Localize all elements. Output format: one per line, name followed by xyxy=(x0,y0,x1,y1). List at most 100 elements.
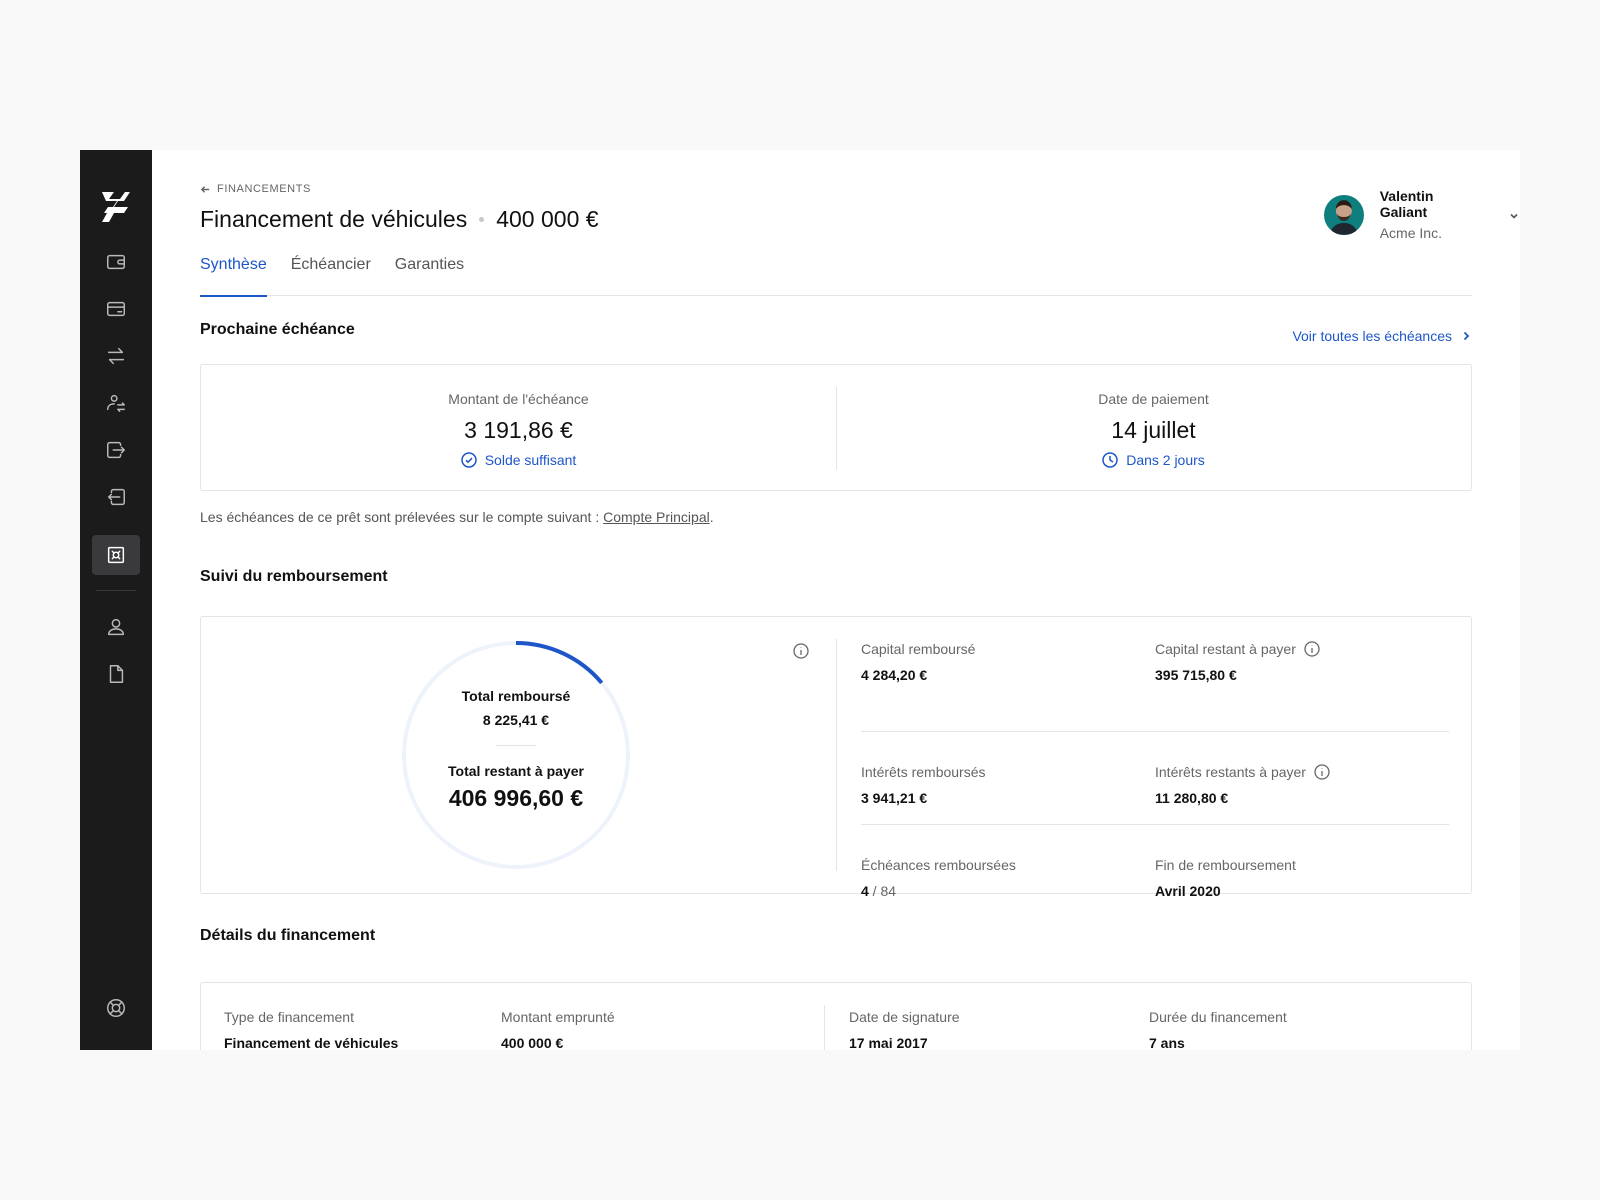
financing-details-card: Type de financement Financement de véhic… xyxy=(200,982,1472,1050)
stat-label: Capital remboursé xyxy=(861,641,976,657)
brand-logo-icon[interactable] xyxy=(100,190,132,224)
stat-value: 11 280,80 € xyxy=(1155,790,1229,806)
debit-account-note: Les échéances de ce prêt sont prélevées … xyxy=(200,509,714,525)
detail-signature-date: Date de signature 17 mai 2017 xyxy=(825,983,1149,1050)
stat-end-of-repayment: Fin de remboursement Avril 2020 xyxy=(1155,825,1449,918)
stat-label: Échéances remboursées xyxy=(861,857,1016,873)
user-icon[interactable] xyxy=(104,615,128,639)
detail-value: Financement de véhicules xyxy=(224,1035,399,1050)
detail-value: 400 000 € xyxy=(501,1035,564,1050)
tab-echeancier[interactable]: Échéancier xyxy=(291,254,371,296)
total-remaining-label: Total restant à payer xyxy=(448,763,584,779)
outgoing-icon[interactable] xyxy=(104,438,128,462)
detail-value: 17 mai 2017 xyxy=(849,1035,928,1050)
clock-icon xyxy=(1102,452,1118,468)
check-circle-icon xyxy=(460,452,477,468)
installments-paid-count: 4 xyxy=(861,883,869,899)
breadcrumb-back-link[interactable]: FINANCEMENTS xyxy=(200,183,311,195)
balance-status: Solde suffisant xyxy=(201,452,836,468)
repayment-stats: Capital remboursé 4 284,20 € Capital res… xyxy=(861,639,1449,918)
stat-label: Intérêts remboursés xyxy=(861,764,986,780)
wallet-icon[interactable] xyxy=(104,250,128,274)
info-icon[interactable] xyxy=(1304,641,1320,657)
stat-label-with-info: Intérêts restants à payer xyxy=(1155,764,1449,780)
stat-capital-repaid: Capital remboursé 4 284,20 € xyxy=(861,639,1155,731)
page-title: Financement de véhicules 400 000 € xyxy=(200,206,599,233)
detail-duration: Durée du financement 7 ans xyxy=(1149,983,1449,1050)
user-menu[interactable]: Valentin Galiant Acme Inc. xyxy=(1324,188,1520,241)
due-amount-block: Montant de l'échéance 3 191,86 € Solde s… xyxy=(201,365,836,490)
donut-separator xyxy=(496,745,536,746)
avatar xyxy=(1324,194,1364,235)
stat-label: Fin de remboursement xyxy=(1155,857,1296,873)
balance-status-text: Solde suffisant xyxy=(484,452,577,468)
chevron-right-icon xyxy=(1463,331,1470,341)
stat-row: Capital remboursé 4 284,20 € Capital res… xyxy=(861,639,1449,732)
info-icon[interactable] xyxy=(793,643,809,659)
view-all-due-link[interactable]: Voir toutes les échéances xyxy=(1292,328,1472,344)
repayment-card: Total remboursé 8 225,41 € Total restant… xyxy=(200,616,1472,899)
due-date-label: Date de paiement xyxy=(1098,391,1209,407)
stat-interest-remaining: Intérêts restants à payer 11 280,80 € xyxy=(1155,732,1449,824)
total-repaid-value: 8 225,41 € xyxy=(482,712,550,728)
card-icon[interactable] xyxy=(104,297,128,321)
user-name: Valentin Galiant xyxy=(1379,188,1434,220)
detail-label: Date de signature xyxy=(849,1009,960,1025)
account-link[interactable]: Compte Principal xyxy=(603,509,710,525)
safe-icon[interactable] xyxy=(104,543,128,567)
help-icon[interactable] xyxy=(104,996,128,1020)
next-due-card: Montant de l'échéance 3 191,86 € Solde s… xyxy=(200,364,1472,491)
beneficiaries-icon[interactable] xyxy=(104,391,128,415)
total-remaining-value: 406 996,60 € xyxy=(448,785,584,811)
stat-interest-repaid: Intérêts remboursés 3 941,21 € xyxy=(861,732,1155,824)
page-title-text: Financement de véhicules xyxy=(200,206,468,232)
breadcrumb-label: FINANCEMENTS xyxy=(217,183,311,195)
due-date-status-text: Dans 2 jours xyxy=(1126,452,1205,468)
section-title-details: Détails du financement xyxy=(200,927,376,944)
due-amount-value: 3 191,86 € xyxy=(464,417,573,443)
user-company: Acme Inc. xyxy=(1379,225,1442,241)
stat-value: 3 941,21 € xyxy=(861,790,928,806)
transfer-icon[interactable] xyxy=(104,344,128,368)
tab-garanties[interactable]: Garanties xyxy=(395,254,464,296)
section-title-repayment: Suivi du remboursement xyxy=(200,568,388,585)
note-suffix: . xyxy=(709,509,714,525)
due-date-block: Date de paiement 14 juillet Dans 2 jours xyxy=(836,365,1471,490)
detail-value: 7 ans xyxy=(1149,1035,1185,1050)
view-all-due-label: Voir toutes les échéances xyxy=(1292,328,1452,344)
section-title-next-due: Prochaine échéance xyxy=(200,321,355,338)
detail-financing-type: Type de financement Financement de véhic… xyxy=(201,983,501,1050)
repayment-donut-area: Total remboursé 8 225,41 € Total restant… xyxy=(201,617,837,893)
stat-value: 4 284,20 € xyxy=(861,667,928,683)
document-icon[interactable] xyxy=(104,662,128,686)
stat-row: Échéances remboursées 4 / 84 Fin de remb… xyxy=(861,825,1449,918)
stat-label: Intérêts restants à payer xyxy=(1155,764,1306,780)
main-content: FINANCEMENTS Financement de véhicules 40… xyxy=(152,150,1520,1050)
detail-label: Type de financement xyxy=(224,1009,354,1025)
due-date-status: Dans 2 jours xyxy=(836,452,1471,468)
detail-label: Durée du financement xyxy=(1149,1009,1287,1025)
title-separator-dot xyxy=(479,217,485,222)
sidebar xyxy=(80,150,152,1050)
stat-installments-repaid: Échéances remboursées 4 / 84 xyxy=(861,825,1155,918)
detail-borrowed-amount: Montant emprunté 400 000 € xyxy=(501,983,824,1050)
total-repaid-label: Total remboursé xyxy=(461,688,571,704)
stat-value: Avril 2020 xyxy=(1155,883,1221,899)
chevron-down-icon[interactable] xyxy=(1508,209,1520,221)
installments-total-count: / 84 xyxy=(868,883,897,899)
stat-row: Intérêts remboursés 3 941,21 € Intérêts … xyxy=(861,732,1449,825)
tab-bar: Synthèse Échéancier Garanties xyxy=(200,254,1472,297)
page-title-amount: 400 000 € xyxy=(496,206,599,232)
stat-label: Capital restant à payer xyxy=(1155,641,1296,657)
stat-label-with-info: Capital restant à payer xyxy=(1155,641,1449,657)
donut-center-text: Total remboursé 8 225,41 € Total restant… xyxy=(399,638,633,872)
stat-capital-remaining: Capital restant à payer 395 715,80 € xyxy=(1155,639,1449,731)
due-amount-label: Montant de l'échéance xyxy=(448,391,589,407)
info-icon[interactable] xyxy=(1314,764,1330,780)
incoming-icon[interactable] xyxy=(104,485,128,509)
due-date-value: 14 juillet xyxy=(1111,417,1196,443)
app-window: FINANCEMENTS Financement de véhicules 40… xyxy=(80,150,1520,1050)
tab-synthese[interactable]: Synthèse xyxy=(200,254,267,297)
stat-value: 4 / 84 xyxy=(861,883,1155,899)
stat-value: 395 715,80 € xyxy=(1155,667,1237,683)
